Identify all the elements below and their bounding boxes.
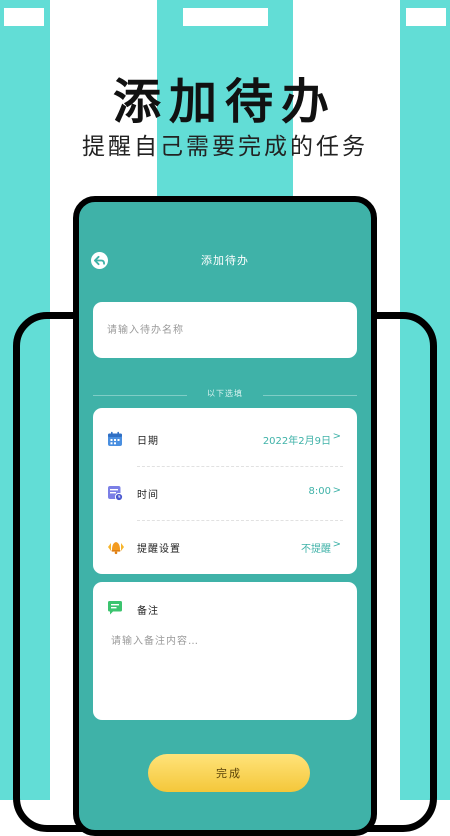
- option-date-value: 2022年2月9日: [262, 436, 331, 447]
- option-reminder[interactable]: 提醒设置 不提醒 >: [93, 520, 357, 574]
- option-time[interactable]: 时间 8:00 >: [93, 466, 357, 520]
- todo-name-input[interactable]: [107, 319, 337, 341]
- option-date-label: 日期: [137, 436, 159, 447]
- note-card: 备注: [93, 582, 357, 720]
- option-time-value: 8:00: [308, 486, 331, 497]
- screen-title: 添加待办: [201, 254, 249, 267]
- divider-line: [263, 395, 357, 396]
- todo-name-card: [93, 302, 357, 358]
- promo-headline: 添加待办: [112, 74, 337, 130]
- optional-divider-label: 以下选填: [207, 389, 243, 398]
- bg-stripe-notch: [4, 8, 44, 26]
- bg-stripe-notch: [406, 8, 446, 26]
- phone-screen: 添加待办 以下选填 日期: [73, 196, 377, 836]
- option-reminder-label: 提醒设置: [137, 544, 181, 555]
- note-label: 备注: [137, 606, 159, 617]
- calendar-icon: [107, 431, 123, 447]
- promo-subline: 提醒自己需要完成的任务: [82, 134, 368, 160]
- top-bar: 添加待办: [79, 246, 371, 276]
- options-card: 日期 2022年2月9日 > 时间 8:00 > 提醒设置 不提醒 >: [93, 408, 357, 574]
- chevron-right-icon: >: [332, 485, 341, 496]
- bg-stripe-notch: [183, 8, 268, 26]
- option-date[interactable]: 日期 2022年2月9日 >: [93, 412, 357, 466]
- chevron-right-icon: >: [332, 539, 341, 550]
- optional-divider: 以下选填: [93, 388, 357, 402]
- done-button[interactable]: 完成: [148, 754, 310, 792]
- note-icon: [107, 600, 123, 616]
- note-input[interactable]: [111, 632, 339, 702]
- option-time-label: 时间: [137, 490, 159, 501]
- chevron-right-icon: >: [332, 431, 341, 442]
- clock-icon: [107, 485, 124, 502]
- bell-icon: [107, 539, 124, 555]
- option-reminder-value: 不提醒: [301, 544, 331, 555]
